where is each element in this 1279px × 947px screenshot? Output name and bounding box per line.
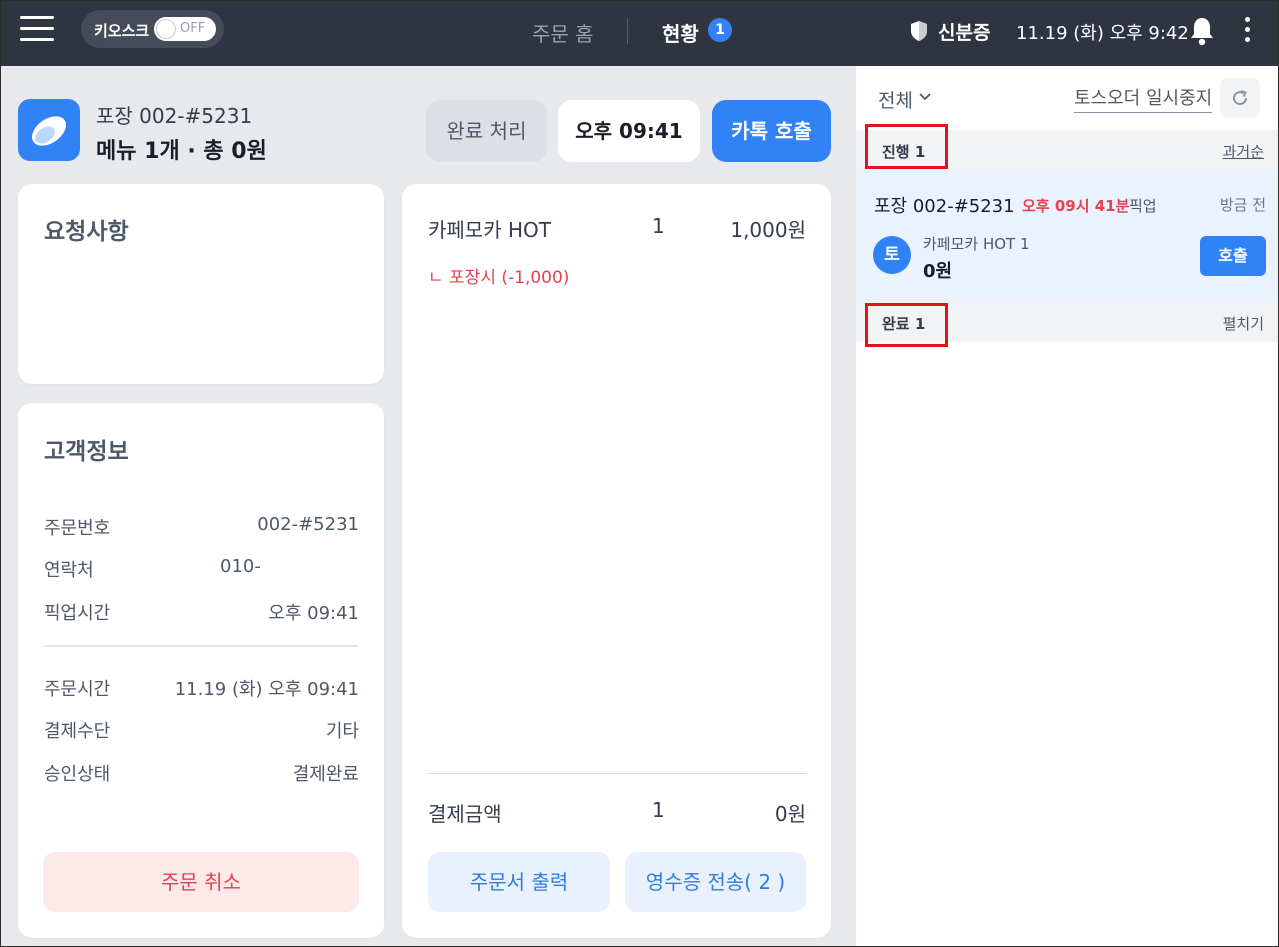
order-list-panel: 전체 토스오더 일시중지 진행 1 과거순 포장 002-#5231 오후 09… xyxy=(856,66,1278,946)
order-number-value: 002-#5231 xyxy=(257,514,359,535)
order-time-label: 주문시간 xyxy=(44,679,111,700)
contact-label: 연락처 xyxy=(44,560,94,581)
kiosk-switch[interactable]: OFF xyxy=(154,17,216,41)
approval-status-label: 승인상태 xyxy=(44,764,111,785)
cancel-order-button[interactable]: 주문 취소 xyxy=(43,852,359,912)
shield-icon xyxy=(911,21,927,41)
switch-knob xyxy=(156,19,176,39)
order-list-amount: 0원 xyxy=(923,261,953,282)
print-order-button[interactable]: 주문서 출력 xyxy=(428,852,610,912)
order-list-item[interactable]: 포장 002-#5231 오후 09시 41분 픽업 방금 전 토 카페모카 H… xyxy=(856,170,1278,302)
more-vertical-icon[interactable] xyxy=(1240,16,1254,44)
send-receipt-button[interactable]: 영수증 전송( 2 ) xyxy=(625,852,806,912)
avatar: 토 xyxy=(873,236,911,274)
order-time-value: 11.19 (화) 오후 09:41 xyxy=(174,679,359,700)
pickup-time-button[interactable]: 오후 09:41 xyxy=(558,100,700,162)
app-frame: 키오스크 OFF 주문 홈 현황 1 신분증 11.19 (화) 오후 9:42 xyxy=(1,1,1278,946)
info-divider xyxy=(44,645,358,647)
current-datetime: 11.19 (화) 오후 9:42 xyxy=(1016,23,1189,44)
order-list-pickup-label: 픽업 xyxy=(1129,197,1157,215)
total-price: 0원 xyxy=(774,802,806,826)
order-list-elapsed: 방금 전 xyxy=(1219,196,1266,214)
status-count-badge: 1 xyxy=(708,18,732,42)
order-summary: 메뉴 1개 · 총 0원 xyxy=(96,139,267,164)
kiosk-state-label: OFF xyxy=(180,21,206,36)
filter-dropdown[interactable]: 전체 xyxy=(878,86,913,113)
call-button[interactable]: 호출 xyxy=(1200,236,1266,276)
items-divider xyxy=(428,773,806,774)
kakao-call-button[interactable]: 카톡 호출 xyxy=(712,100,831,162)
kiosk-label: 키오스크 xyxy=(94,22,150,40)
refresh-icon xyxy=(1233,90,1248,106)
request-heading: 요청사항 xyxy=(44,219,129,245)
tab-status[interactable]: 현황 xyxy=(662,18,699,47)
refresh-button[interactable] xyxy=(1220,78,1260,118)
nav-divider xyxy=(627,18,628,44)
payment-method-value: 기타 xyxy=(325,721,359,742)
tab-order-home[interactable]: 주문 홈 xyxy=(532,18,594,47)
order-list-pickup-time: 오후 09시 41분 xyxy=(1022,197,1130,215)
order-list-title: 포장 002-#5231 xyxy=(874,196,1015,217)
order-items-card: 카페모카 HOT 1 1,000원 ㄴ 포장시 (-1,000) 결제금액 1 … xyxy=(402,184,831,938)
order-number-label: 주문번호 xyxy=(44,518,111,539)
total-quantity: 1 xyxy=(652,798,665,822)
bell-icon[interactable] xyxy=(1189,16,1215,46)
id-check-button[interactable]: 신분증 xyxy=(938,18,990,45)
chevron-down-icon[interactable] xyxy=(918,90,932,104)
highlight-box-completed xyxy=(865,303,948,347)
pause-toss-order-link[interactable]: 토스오더 일시중지 xyxy=(1074,84,1213,113)
contact-value: 010- xyxy=(220,556,261,577)
pickup-time-label: 픽업시간 xyxy=(44,603,111,624)
pickup-time-value: 오후 09:41 xyxy=(268,603,359,624)
payment-method-label: 결제수단 xyxy=(44,721,111,742)
order-title: 포장 002-#5231 xyxy=(96,104,253,128)
approval-status-value: 결제완료 xyxy=(292,764,359,785)
logo-icon xyxy=(31,116,67,146)
item-name: 카페모카 HOT xyxy=(428,218,551,242)
item-option: ㄴ 포장시 (-1,000) xyxy=(428,268,570,288)
sort-oldest-link[interactable]: 과거순 xyxy=(1223,141,1264,162)
top-bar: 키오스크 OFF 주문 홈 현황 1 신분증 11.19 (화) 오후 9:42 xyxy=(1,1,1278,66)
expand-link[interactable]: 펼치기 xyxy=(1223,313,1264,334)
kiosk-toggle-group: 키오스크 OFF xyxy=(81,10,224,48)
customer-heading: 고객정보 xyxy=(44,439,129,465)
customer-info-card: 고객정보 주문번호 002-#5231 연락처 010- 픽업시간 오후 09:… xyxy=(18,403,384,938)
toss-order-logo xyxy=(18,99,80,161)
highlight-box-progress xyxy=(865,124,948,169)
total-label: 결제금액 xyxy=(428,802,502,826)
item-quantity: 1 xyxy=(652,214,665,238)
item-price: 1,000원 xyxy=(730,218,806,242)
request-card: 요청사항 xyxy=(18,184,384,384)
complete-button[interactable]: 완료 처리 xyxy=(426,100,547,162)
menu-icon[interactable] xyxy=(20,16,54,42)
order-list-menu: 카페모카 HOT 1 xyxy=(923,235,1030,253)
